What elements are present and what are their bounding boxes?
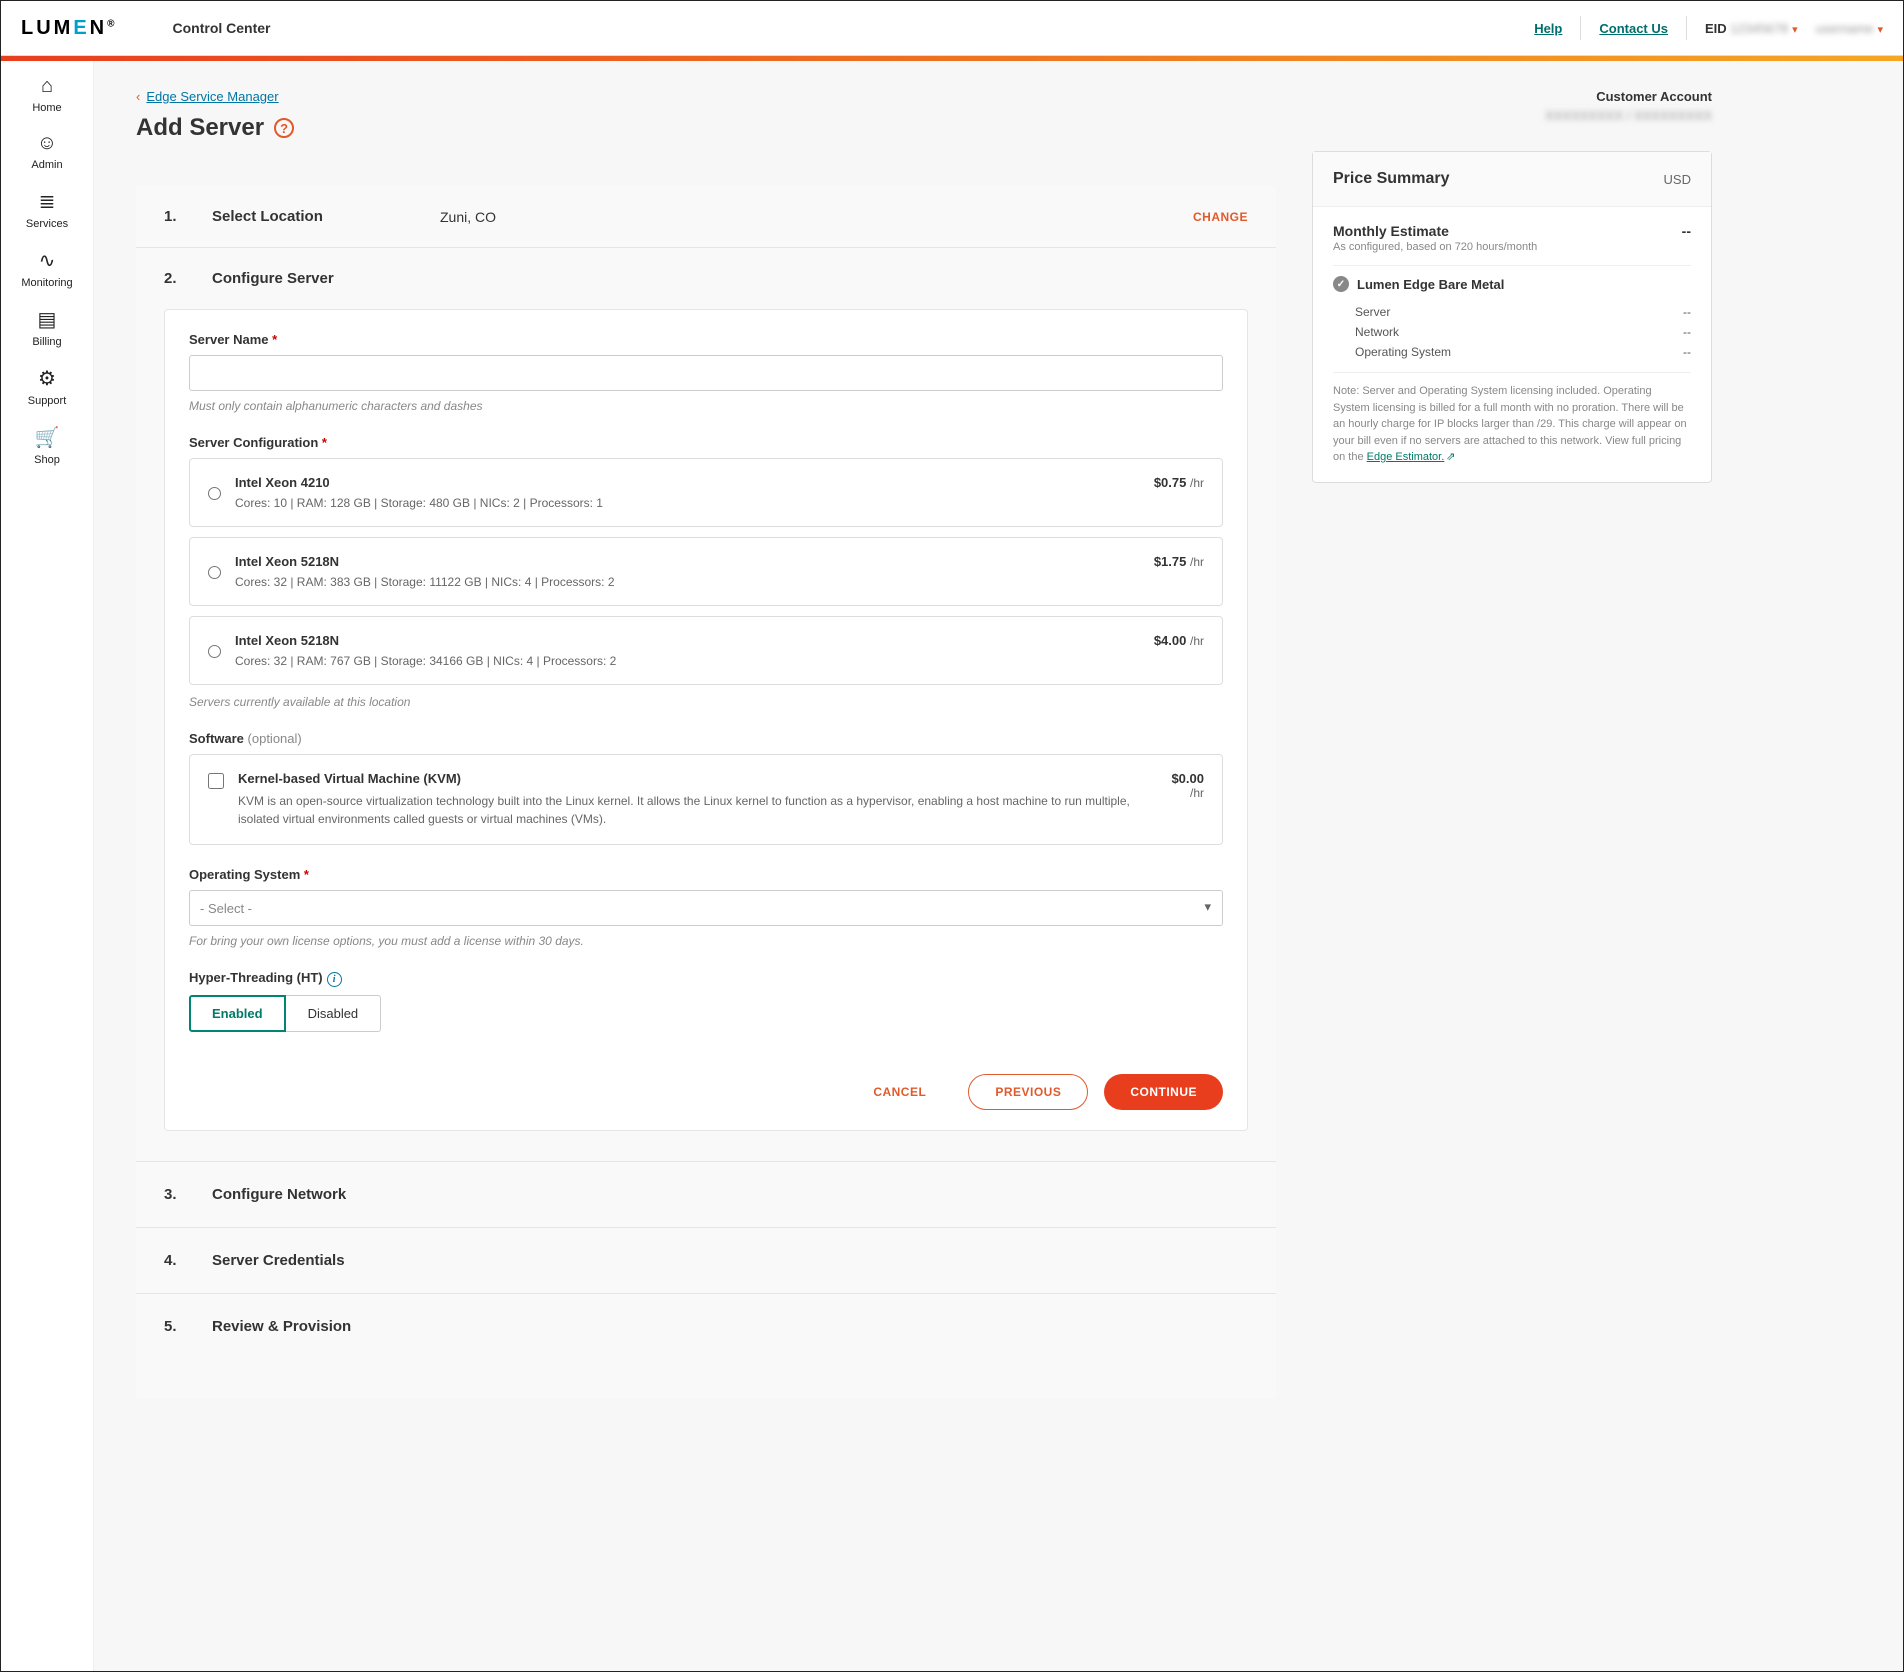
line-item-server: Server-- — [1333, 302, 1691, 322]
line-item-os: Operating System-- — [1333, 342, 1691, 362]
app-title: Control Center — [173, 20, 271, 36]
step-5-row: 5. Review & Provision — [136, 1293, 1276, 1359]
check-icon: ✓ — [1333, 276, 1349, 292]
config-hint: Servers currently available at this loca… — [189, 695, 1223, 709]
config-option-0[interactable]: Intel Xeon 4210Cores: 10 | RAM: 128 GB |… — [189, 458, 1223, 527]
ht-label: Hyper-Threading (HT)i — [189, 970, 1223, 987]
services-icon: ≣ — [39, 189, 56, 214]
help-icon[interactable]: ? — [274, 118, 294, 138]
ht-enabled-button[interactable]: Enabled — [189, 995, 286, 1032]
shop-icon: 🛒 — [35, 425, 60, 450]
continue-button[interactable]: CONTINUE — [1104, 1074, 1223, 1110]
config-option-2[interactable]: Intel Xeon 5218NCores: 32 | RAM: 767 GB … — [189, 616, 1223, 685]
chevron-down-icon: ▾ — [1877, 24, 1883, 36]
contact-link[interactable]: Contact Us — [1599, 21, 1668, 36]
price-summary-title: Price Summary — [1333, 170, 1450, 188]
eid-dropdown[interactable]: EID 12345678▾ — [1705, 21, 1798, 36]
price-note: Note: Server and Operating System licens… — [1333, 383, 1691, 466]
config-radio-0[interactable] — [208, 477, 221, 510]
server-name-label: Server Name * — [189, 332, 1223, 347]
config-radio-2[interactable] — [208, 635, 221, 668]
step-3-row: 3. Configure Network — [136, 1161, 1276, 1227]
step-2-row: 2. Configure Server — [136, 248, 1276, 309]
nav-home[interactable]: ⌂Home — [32, 75, 61, 114]
server-config-label: Server Configuration * — [189, 435, 1223, 450]
nav-billing[interactable]: ▤Billing — [32, 307, 61, 348]
user-dropdown[interactable]: username▾ — [1816, 21, 1883, 36]
nav-services[interactable]: ≣Services — [26, 189, 68, 230]
divider — [1686, 16, 1687, 40]
config-radio-1[interactable] — [208, 556, 221, 589]
price-summary-card: Price Summary USD Monthly Estimate-- As … — [1312, 151, 1712, 483]
divider — [1580, 16, 1581, 40]
nav-support[interactable]: ⚙Support — [28, 366, 67, 407]
server-name-hint: Must only contain alphanumeric character… — [189, 399, 1223, 413]
config-option-1[interactable]: Intel Xeon 5218NCores: 32 | RAM: 383 GB … — [189, 537, 1223, 606]
change-location-button[interactable]: CHANGE — [1193, 210, 1248, 224]
price-currency: USD — [1664, 172, 1691, 187]
os-hint: For bring your own license options, you … — [189, 934, 1223, 948]
home-icon: ⌂ — [41, 75, 53, 98]
step-1-row: 1. Select Location Zuni, CO CHANGE — [136, 186, 1276, 247]
nav-admin[interactable]: ☺Admin — [31, 132, 62, 171]
nav-monitoring[interactable]: ∿Monitoring — [21, 248, 72, 289]
support-icon: ⚙ — [38, 366, 56, 391]
page-title: Add Server — [136, 114, 264, 142]
os-label: Operating System * — [189, 867, 1223, 882]
customer-account: Customer Account XXXXXXXXX / XXXXXXXXX — [1312, 89, 1712, 123]
previous-button[interactable]: PREVIOUS — [968, 1074, 1088, 1110]
ht-toggle: Enabled Disabled — [189, 995, 1223, 1032]
configure-server-form: Server Name * Must only contain alphanum… — [164, 309, 1248, 1054]
leftnav: ⌂Home ☺Admin ≣Services ∿Monitoring ▤Bill… — [1, 61, 94, 1671]
external-link-icon: ⇗ — [1446, 451, 1455, 463]
breadcrumb: ‹ Edge Service Manager — [136, 89, 1276, 104]
billing-icon: ▤ — [38, 307, 57, 332]
form-actions: CANCEL PREVIOUS CONTINUE — [164, 1054, 1248, 1131]
logo: LUMEN® — [21, 17, 118, 40]
product-row: ✓ Lumen Edge Bare Metal — [1333, 276, 1691, 292]
wizard-panel: 1. Select Location Zuni, CO CHANGE 2. Co… — [136, 186, 1276, 1399]
edge-estimator-link[interactable]: Edge Estimator. — [1367, 451, 1445, 463]
software-label: Software (optional) — [189, 731, 1223, 746]
info-icon[interactable]: i — [327, 972, 342, 987]
chevron-down-icon: ▾ — [1792, 24, 1798, 36]
nav-shop[interactable]: 🛒Shop — [34, 425, 60, 466]
step-4-row: 4. Server Credentials — [136, 1227, 1276, 1293]
admin-icon: ☺ — [37, 132, 57, 155]
cancel-button[interactable]: CANCEL — [847, 1074, 952, 1110]
monitoring-icon: ∿ — [39, 248, 56, 273]
software-checkbox-kvm[interactable] — [208, 773, 224, 789]
chevron-left-icon: ‹ — [136, 89, 140, 104]
help-link[interactable]: Help — [1534, 21, 1562, 36]
ht-disabled-button[interactable]: Disabled — [286, 995, 382, 1032]
topbar: LUMEN® Control Center Help Contact Us EI… — [1, 1, 1903, 56]
os-select[interactable]: - Select - — [189, 890, 1223, 926]
server-name-input[interactable] — [189, 355, 1223, 391]
line-item-network: Network-- — [1333, 322, 1691, 342]
breadcrumb-link[interactable]: Edge Service Manager — [146, 89, 278, 104]
software-option-kvm[interactable]: Kernel-based Virtual Machine (KVM)KVM is… — [189, 754, 1223, 845]
